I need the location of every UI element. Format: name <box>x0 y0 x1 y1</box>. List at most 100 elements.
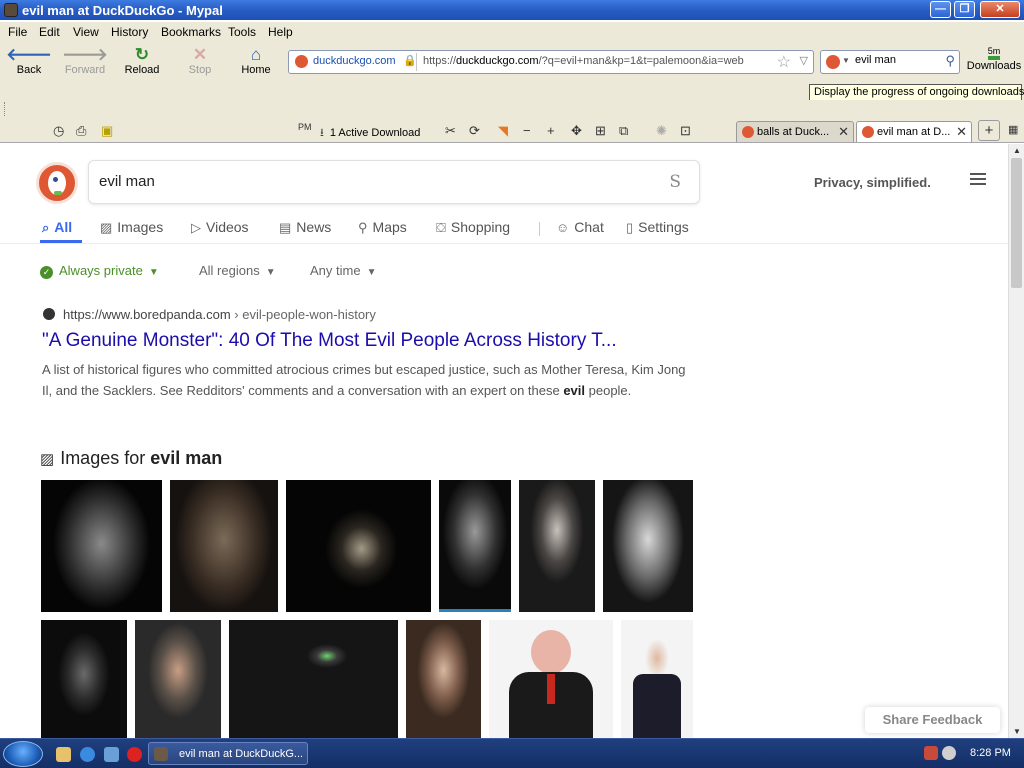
settings-icon: ▯ <box>626 220 634 235</box>
zoom-out-icon[interactable]: − <box>523 123 531 138</box>
browser-search-input[interactable] <box>855 54 939 66</box>
tab-balls[interactable]: balls at Duck... ✕ <box>736 121 854 142</box>
image-thumbnail[interactable] <box>170 480 278 612</box>
reload-button[interactable]: ↻ Reload <box>117 45 167 77</box>
history-clock-icon[interactable]: ◷ <box>53 123 64 139</box>
header-divider <box>0 243 1008 244</box>
image-thumbnail[interactable] <box>135 620 221 738</box>
tab-settings[interactable]: ▯ Settings <box>626 219 689 236</box>
tab-list-icon[interactable]: ▦ <box>1008 123 1018 136</box>
url-bar[interactable]: duckduckgo.com 🔒 https://duckduckgo.com/… <box>288 50 814 74</box>
image-thumbnail[interactable] <box>439 480 511 612</box>
web-page: S Privacy, simplified. ⌕All ▨Images ▷Vid… <box>0 144 1008 738</box>
image-thumbnail[interactable] <box>41 620 127 738</box>
quicklaunch-media-icon[interactable] <box>104 747 119 762</box>
filter-time[interactable]: Any time ▼ <box>310 263 376 278</box>
toolbar-grip[interactable] <box>4 102 6 116</box>
image-thumbnail[interactable] <box>229 620 398 738</box>
scrollbar-thumb[interactable] <box>1011 158 1022 288</box>
quicklaunch-ie-icon[interactable] <box>80 747 95 762</box>
image-thumbnail[interactable] <box>406 620 481 738</box>
share-feedback-button[interactable]: Share Feedback <box>865 707 1000 733</box>
start-button[interactable] <box>3 741 43 767</box>
print-icon[interactable]: ⎙ <box>76 123 86 139</box>
filter-region[interactable]: All regions ▼ <box>199 263 276 278</box>
system-clock[interactable]: 8:28 PM <box>970 747 1011 759</box>
duckduckgo-logo[interactable] <box>36 162 78 204</box>
search-engine-dropdown-icon[interactable]: ▼ <box>842 56 850 65</box>
url-dropdown-icon[interactable]: ▽ <box>800 54 808 67</box>
maximize-button[interactable]: ❐ <box>954 1 975 18</box>
screenshot-icon[interactable]: ⊡ <box>680 123 691 139</box>
bookmark-star-icon[interactable]: ☆ <box>777 52 791 72</box>
hamburger-menu-icon[interactable] <box>970 173 986 187</box>
search-engine-icon[interactable] <box>826 55 840 69</box>
search-icon[interactable]: ⚲ <box>945 53 955 69</box>
move-icon[interactable]: ✥ <box>571 123 582 139</box>
quicklaunch-opera-icon[interactable] <box>127 747 142 762</box>
result-snippet: A list of historical figures who committ… <box>42 362 686 398</box>
rss-icon[interactable]: ◥ <box>498 123 508 139</box>
menu-view[interactable]: View <box>73 25 99 39</box>
tab-maps[interactable]: ⚲ Maps <box>358 219 407 236</box>
site-identity-button[interactable]: duckduckgo.com 🔒 <box>291 53 417 71</box>
browser-search-bar[interactable]: ▼ ⚲ <box>820 50 960 74</box>
quicklaunch-folder-icon[interactable] <box>56 747 71 762</box>
sync-icon[interactable]: ⟳ <box>469 123 480 139</box>
page-scrollbar[interactable]: ▲ ▼ <box>1008 144 1024 738</box>
new-tab-box-icon[interactable]: ⊞ <box>595 123 606 139</box>
menu-tools[interactable]: Tools <box>228 25 256 39</box>
url-text[interactable]: https://duckduckgo.com/?q=evil+man&kp=1&… <box>423 55 744 67</box>
close-button[interactable]: ✕ <box>980 1 1020 18</box>
zoom-in-icon[interactable]: + <box>547 123 555 138</box>
image-thumbnail[interactable] <box>519 480 595 612</box>
tab-news[interactable]: ▤ News <box>279 219 331 236</box>
menu-help[interactable]: Help <box>268 25 293 39</box>
tab-shopping[interactable]: ⛋ Shopping <box>436 219 510 236</box>
result-url[interactable]: https://www.boredpanda.com › evil-people… <box>43 307 376 322</box>
site-favicon-icon <box>43 308 55 320</box>
image-thumbnail[interactable] <box>489 620 613 738</box>
downloads-button[interactable]: 5m Downloads <box>966 46 1022 72</box>
menu-history[interactable]: History <box>111 25 148 39</box>
bookmarks-toolbar <box>0 100 1024 120</box>
filter-safe-search[interactable]: ✓ Always private ▼ <box>40 263 159 279</box>
tab-chat[interactable]: ☺ Chat <box>556 219 604 235</box>
images-heading[interactable]: ▨ Images for evil man <box>40 448 222 469</box>
clear-search-icon[interactable]: S <box>669 172 681 192</box>
menu-bookmarks[interactable]: Bookmarks <box>161 25 221 39</box>
pm-icon[interactable]: PM <box>298 122 312 132</box>
tray-volume-icon[interactable] <box>942 746 956 760</box>
home-button[interactable]: ⌂ Home <box>231 46 281 77</box>
tab-images[interactable]: ▨ Images <box>100 219 163 236</box>
tab-evil-man[interactable]: evil man at D... ✕ <box>856 121 972 142</box>
title-bar: evil man at DuckDuckGo - Mypal — ❐ ✕ <box>0 0 1024 20</box>
taskbar-item-browser[interactable]: evil man at DuckDuckG... <box>148 742 308 765</box>
result-title-link[interactable]: "A Genuine Monster": 40 Of The Most Evil… <box>42 330 617 352</box>
cut-icon[interactable]: ✂ <box>445 123 456 139</box>
tab-all[interactable]: ⌕ All <box>42 219 72 236</box>
back-button[interactable]: 🡐 Back <box>4 46 54 77</box>
active-download-indicator[interactable]: ⭳ 1 Active Download <box>320 124 420 143</box>
star-box-icon[interactable]: ▣ <box>101 123 113 139</box>
scroll-down-icon[interactable]: ▼ <box>1013 727 1021 736</box>
minimize-button[interactable]: — <box>930 1 951 18</box>
image-thumbnail[interactable] <box>621 620 693 738</box>
copy-icon[interactable]: ⧉ <box>619 123 628 139</box>
close-tab-icon[interactable]: ✕ <box>838 124 849 140</box>
forward-button[interactable]: 🡒 Forward <box>60 46 110 77</box>
close-tab-icon[interactable]: ✕ <box>956 124 967 140</box>
tab-videos[interactable]: ▷ Videos <box>191 219 249 236</box>
image-thumbnail[interactable] <box>603 480 693 612</box>
new-tab-plus-icon[interactable]: + <box>978 120 1000 141</box>
menu-file[interactable]: File <box>8 25 27 39</box>
ddg-search-box[interactable]: S <box>88 160 700 204</box>
tray-network-icon[interactable] <box>924 746 938 760</box>
image-thumbnail[interactable] <box>286 480 431 612</box>
image-thumbnail[interactable] <box>41 480 162 612</box>
reload-icon: ↻ <box>134 45 150 64</box>
ddg-search-input[interactable] <box>99 173 599 190</box>
menu-edit[interactable]: Edit <box>39 25 60 39</box>
scroll-up-icon[interactable]: ▲ <box>1013 146 1021 155</box>
stop-button[interactable]: ✕ Stop <box>175 46 225 77</box>
